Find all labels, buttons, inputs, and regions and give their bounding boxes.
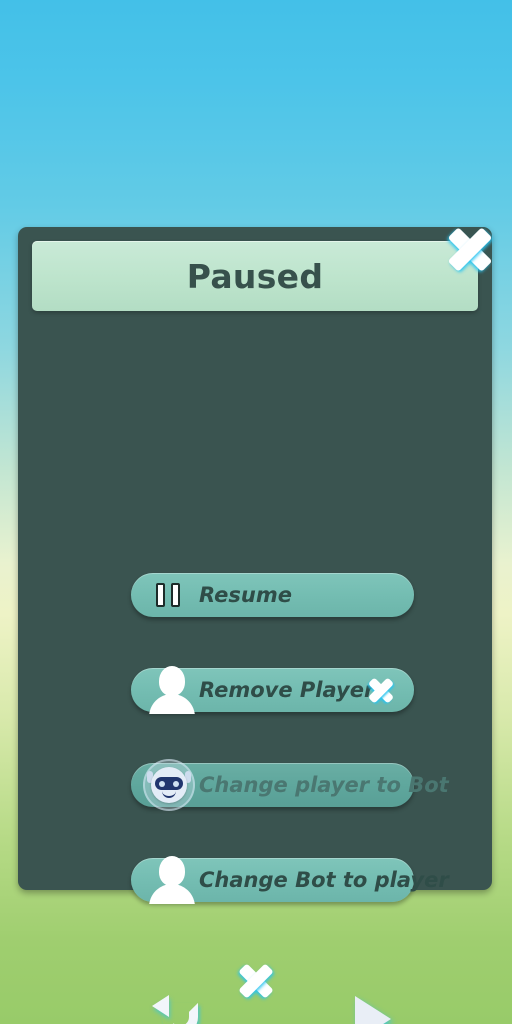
bottom-close-button[interactable] xyxy=(232,957,280,1005)
page-title: Paused xyxy=(186,256,324,296)
remove-player-button[interactable]: Remove Player xyxy=(131,666,414,714)
replay-button[interactable]: Replay xyxy=(316,993,424,1024)
person-icon xyxy=(143,854,201,904)
resume-button-label: Resume xyxy=(199,583,292,607)
pause-icon xyxy=(156,583,182,607)
change-player-to-bot-button-label: Change player to Bot xyxy=(199,773,449,797)
change-bot-to-player-button-label: Change Bot to player xyxy=(199,868,449,892)
resume-button[interactable]: Resume xyxy=(131,573,414,617)
remove-player-button-label: Remove Player xyxy=(199,678,375,702)
dialog-title-bar: Paused xyxy=(32,241,478,311)
home-button[interactable]: HOME xyxy=(126,993,234,1024)
play-triangle-icon xyxy=(342,993,398,1024)
close-dialog-button[interactable] xyxy=(440,219,500,279)
remove-player-x-icon[interactable] xyxy=(364,673,398,707)
person-icon xyxy=(143,664,201,714)
pause-dialog: Paused Resume Remove Player Change playe… xyxy=(18,226,493,1024)
change-bot-to-player-button[interactable]: Change Bot to player xyxy=(131,856,449,904)
change-player-to-bot-button[interactable]: Change player to Bot xyxy=(131,759,449,811)
robot-icon xyxy=(141,757,197,813)
back-arrow-icon xyxy=(152,993,208,1024)
